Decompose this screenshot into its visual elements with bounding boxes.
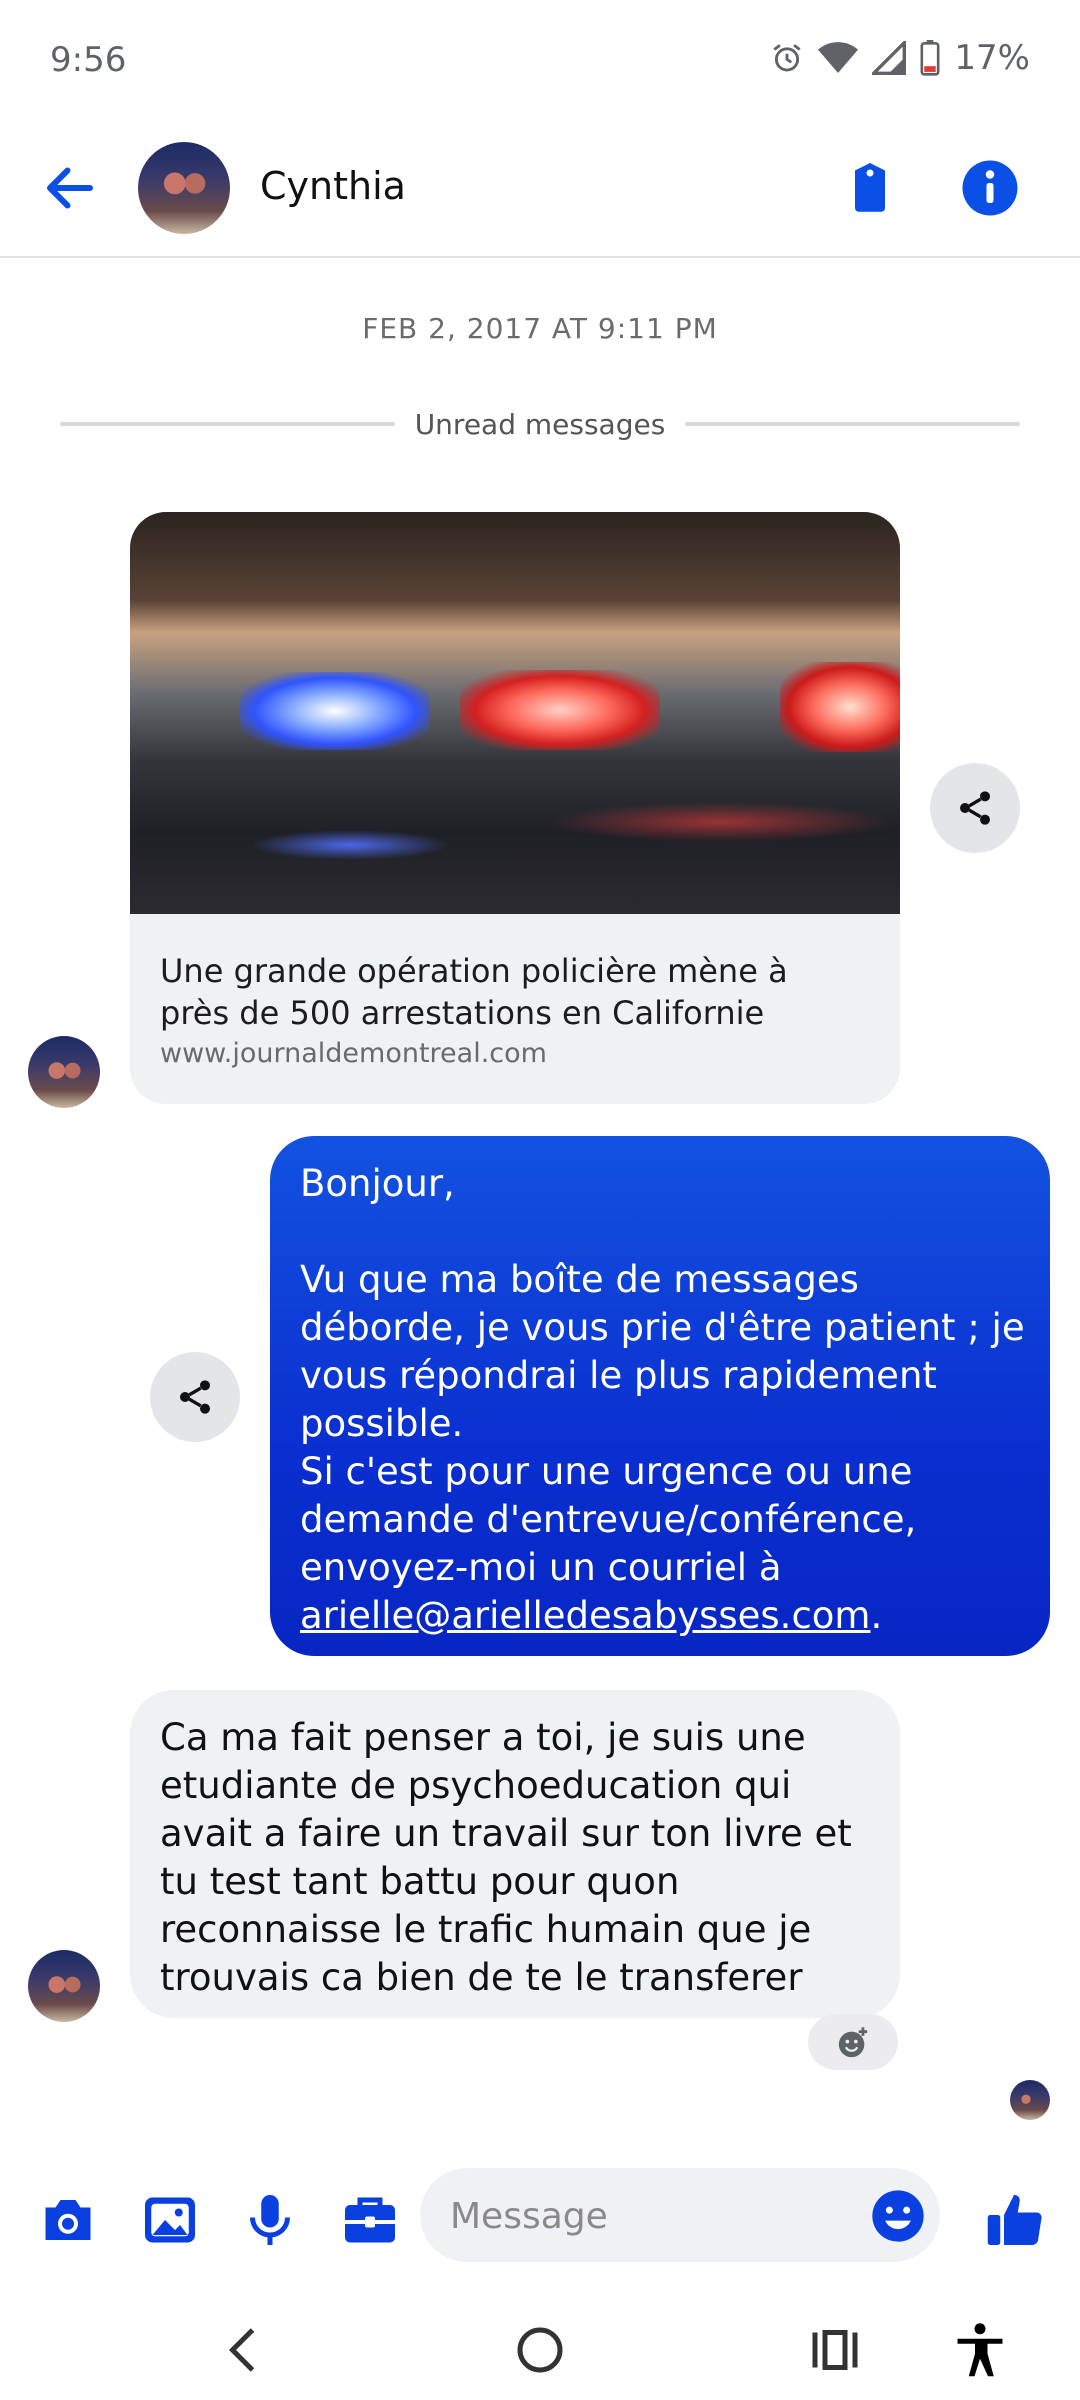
sender-avatar[interactable] bbox=[28, 1036, 100, 1108]
info-icon bbox=[962, 160, 1018, 216]
outgoing-message-bubble[interactable]: Bonjour, Vu que ma boîte de messages déb… bbox=[270, 1136, 1050, 1656]
emoji-add-icon bbox=[838, 2027, 868, 2058]
email-link[interactable]: arielle@arielledesabysses.com bbox=[300, 1594, 870, 1637]
arrow-left-icon bbox=[47, 167, 93, 209]
add-reaction-button[interactable] bbox=[808, 2014, 898, 2070]
outgoing-greeting: Bonjour, bbox=[300, 1162, 455, 1205]
camera-icon bbox=[45, 2200, 91, 2240]
seen-avatar bbox=[1010, 2080, 1050, 2120]
home-circle-icon bbox=[517, 2327, 563, 2373]
back-button[interactable] bbox=[40, 158, 100, 218]
contact-avatar[interactable] bbox=[138, 142, 230, 234]
date-stamp: FEB 2, 2017 AT 9:11 PM bbox=[362, 312, 718, 345]
share-button[interactable] bbox=[150, 1352, 240, 1442]
outgoing-paragraph: Si c'est pour une urgence ou une demande… bbox=[300, 1450, 917, 1637]
more-tools-button[interactable] bbox=[340, 2190, 400, 2250]
tag-icon bbox=[855, 163, 885, 212]
share-icon bbox=[180, 1380, 210, 1414]
nav-back-button[interactable] bbox=[215, 2320, 275, 2380]
divider-line bbox=[60, 422, 395, 426]
camera-button[interactable] bbox=[38, 2190, 98, 2250]
signal-icon bbox=[872, 41, 907, 75]
link-domain: www.journaldemontreal.com bbox=[160, 1038, 547, 1069]
accessibility-icon bbox=[957, 2323, 1003, 2377]
battery-percent: 17% bbox=[954, 38, 1030, 78]
system-navigation-bar bbox=[0, 2290, 1080, 2400]
incoming-message-bubble[interactable]: Ca ma fait penser a toi, je suis une etu… bbox=[130, 1690, 900, 2018]
accessibility-button[interactable] bbox=[950, 2320, 1010, 2380]
message-composer bbox=[0, 2160, 1080, 2280]
briefcase-icon bbox=[345, 2197, 395, 2243]
unread-label: Unread messages bbox=[414, 407, 666, 441]
voice-button[interactable] bbox=[240, 2190, 300, 2250]
smiley-icon bbox=[872, 2190, 924, 2242]
nav-home-button[interactable] bbox=[510, 2320, 570, 2380]
unread-divider: Unread messages bbox=[60, 404, 1020, 444]
status-bar: 9:56 17% bbox=[0, 0, 1080, 120]
conversation-header: Cynthia bbox=[0, 120, 1080, 258]
nav-recents-button[interactable] bbox=[805, 2320, 865, 2380]
image-icon bbox=[145, 2197, 195, 2243]
status-icons: 17% bbox=[770, 38, 1030, 78]
outgoing-paragraph: Vu que ma boîte de messages déborde, je … bbox=[300, 1258, 1025, 1445]
status-time: 9:56 bbox=[50, 40, 127, 80]
share-button[interactable] bbox=[930, 763, 1020, 853]
link-title: Une grande opération policière mène à pr… bbox=[160, 952, 788, 1032]
info-button[interactable] bbox=[960, 158, 1020, 218]
sender-avatar[interactable] bbox=[28, 1950, 100, 2022]
recents-icon bbox=[812, 2330, 858, 2370]
chevron-left-icon bbox=[228, 2328, 255, 2372]
thumbs-up-icon bbox=[987, 2195, 1042, 2245]
link-preview-image bbox=[130, 512, 900, 914]
share-icon bbox=[960, 791, 990, 825]
like-button[interactable] bbox=[984, 2190, 1044, 2250]
microphone-icon bbox=[250, 2195, 290, 2245]
emoji-button[interactable] bbox=[870, 2188, 926, 2244]
divider-line bbox=[685, 422, 1020, 426]
contact-name[interactable]: Cynthia bbox=[260, 164, 406, 208]
gallery-button[interactable] bbox=[140, 2190, 200, 2250]
message-field[interactable] bbox=[420, 2168, 940, 2262]
wifi-icon bbox=[818, 41, 859, 75]
battery-icon bbox=[920, 40, 940, 76]
link-preview-card[interactable]: Une grande opération policière mène à pr… bbox=[130, 512, 900, 1104]
tag-button[interactable] bbox=[840, 158, 900, 218]
message-input[interactable] bbox=[448, 2188, 852, 2244]
alarm-icon bbox=[770, 41, 804, 75]
incoming-message-text: Ca ma fait penser a toi, je suis une etu… bbox=[160, 1716, 852, 1999]
